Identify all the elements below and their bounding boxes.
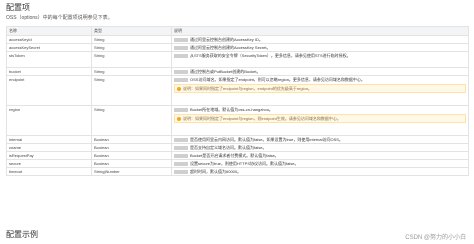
description-text: 设置secure为true，则使用HTTPS协议访问。默认值为false。: [190, 161, 299, 166]
option-description: Bucket是否开启请求者付费模式。默认值为false。: [171, 151, 469, 160]
redacted-block: [174, 69, 188, 74]
description-text: 是否使用阿里云内网访问。默认值为false。如果设置为true，则使用inter…: [190, 137, 343, 142]
redacted-block: [174, 145, 188, 150]
header-type: 类型: [91, 26, 172, 36]
option-name: secure: [6, 159, 92, 168]
option-type: Boolean: [91, 151, 172, 160]
option-name: timeout: [6, 167, 92, 176]
option-description: 通过控制台或PutBucket创建的Bucket。: [171, 67, 469, 76]
option-type: Boolean: [91, 143, 172, 152]
note-text: 说明：如果同时指定了endpoint与region，endpoint的优先级高于…: [183, 86, 312, 91]
description-text: 超时时间，默认值为60000。: [190, 169, 242, 174]
table-row: endpoint String OSS访问域名。如果指定了endpoint，则可以忽…: [6, 75, 469, 106]
option-name: accessKeySecret: [6, 43, 92, 52]
option-description: 从STS服务获取的安全令牌（SecurityToken）。更多信息，请参见使用S…: [171, 51, 469, 68]
option-description: 通过阿里云控制台创建的AccessKey ID。: [171, 35, 469, 44]
table-header-row: 名称 类型 说明: [6, 26, 469, 36]
option-name: endpoint: [6, 75, 92, 106]
description-text: 通过阿里云控制台创建的AccessKey ID。: [190, 37, 263, 42]
option-type: String: [91, 35, 172, 44]
description-text: Bucket是否开启请求者付费模式。默认值为false。: [190, 153, 279, 158]
option-type: Boolean: [91, 159, 172, 168]
watermark: CSDN @努力的小小白: [405, 235, 466, 241]
header-name: 名称: [6, 26, 92, 36]
description-text: 从STS服务获取的安全令牌（SecurityToken）。更多信息，请参见使用S…: [190, 53, 351, 58]
note-callout: 说明：如果同时指定了endpoint与region，则endpoint生效。请参…: [174, 114, 466, 123]
warning-icon: [177, 86, 181, 91]
table-row: stsToken String 从STS服务获取的安全令牌（SecurityToke…: [6, 51, 469, 68]
option-type: Boolean: [91, 135, 172, 144]
redacted-block: [174, 37, 188, 42]
option-description: 通过阿里云控制台创建的AccessKey Secret。: [171, 43, 469, 52]
redacted-block: [174, 169, 188, 174]
option-name: stsToken: [6, 51, 92, 68]
note-callout: 说明：如果同时指定了endpoint与region，endpoint的优先级高于…: [174, 84, 466, 93]
redacted-block: [174, 161, 188, 166]
redacted-block: [174, 153, 188, 158]
description-text: 通过阿里云控制台创建的AccessKey Secret。: [190, 45, 271, 50]
option-type: String|Number: [91, 167, 172, 176]
option-type: String: [91, 51, 172, 68]
table-row: accessKeySecret String 通过阿里云控制台创建的AccessKe…: [6, 43, 469, 52]
option-name: cname: [6, 143, 92, 152]
section-title: 配置项: [6, 3, 30, 12]
table-row: isRequestPay Boolean Bucket是否开启请求者付费模式。默认值…: [6, 151, 469, 160]
option-description: 设置secure为true，则使用HTTPS协议访问。默认值为false。: [171, 159, 469, 168]
description-text: Bucket所在地域。默认值为oss-cn-hangzhou。: [190, 107, 273, 112]
option-description: 是否使用阿里云内网访问。默认值为false。如果设置为true，则使用inter…: [171, 135, 469, 144]
warning-icon: [177, 116, 181, 121]
table-row: accessKeyId String 通过阿里云控制台创建的AccessKey ID…: [6, 35, 469, 44]
section-description: OSS（options）中的每个配置项说明参见下表。: [6, 15, 113, 21]
option-type: String: [91, 105, 172, 136]
docs-page: 配置项 OSS（options）中的每个配置项说明参见下表。 名称 类型 说明 …: [0, 0, 474, 244]
option-description: OSS访问域名。如果指定了endpoint，则可以忽略region。更多信息，请…: [171, 75, 469, 106]
table-row: secure Boolean 设置secure为true，则使用HTTPS协议访问。…: [6, 159, 469, 168]
redacted-block: [174, 107, 188, 112]
description-text: 是否支持自定义域名访问。默认值为false。: [190, 145, 267, 150]
example-title: 配置示例: [6, 230, 38, 239]
description-text: 通过控制台或PutBucket创建的Bucket。: [190, 69, 261, 74]
note-text: 说明：如果同时指定了endpoint与region，则endpoint生效。请参…: [183, 116, 341, 121]
option-name: region: [6, 105, 92, 136]
table-row: bucket String 通过控制台或PutBucket创建的Bucket。: [6, 67, 469, 76]
redacted-block: [174, 45, 188, 50]
description-text: OSS访问域名。如果指定了endpoint，则可以忽略region。更多信息，请…: [190, 77, 365, 82]
option-type: String: [91, 75, 172, 106]
redacted-block: [174, 53, 188, 58]
option-description: 是否支持自定义域名访问。默认值为false。: [171, 143, 469, 152]
redacted-block: [174, 77, 188, 82]
options-table: 名称 类型 说明 accessKeyId String 通过阿里云控制台创建的Acc…: [6, 26, 469, 176]
table-row: internal Boolean 是否使用阿里云内网访问。默认值为false。如果设…: [6, 135, 469, 144]
option-name: internal: [6, 135, 92, 144]
header-desc: 说明: [171, 26, 469, 36]
option-description: Bucket所在地域。默认值为oss-cn-hangzhou。说明：如果同时指定…: [171, 105, 469, 136]
option-name: bucket: [6, 67, 92, 76]
option-type: String: [91, 43, 172, 52]
option-description: 超时时间，默认值为60000。: [171, 167, 469, 176]
table-row: region String Bucket所在地域。默认值为oss-cn-hangzh…: [6, 105, 469, 136]
option-name: isRequestPay: [6, 151, 92, 160]
table-row: timeout String|Number 超时时间，默认值为60000。: [6, 167, 469, 176]
option-name: accessKeyId: [6, 35, 92, 44]
option-type: String: [91, 67, 172, 76]
redacted-block: [174, 137, 188, 142]
table-row: cname Boolean 是否支持自定义域名访问。默认值为false。: [6, 143, 469, 152]
